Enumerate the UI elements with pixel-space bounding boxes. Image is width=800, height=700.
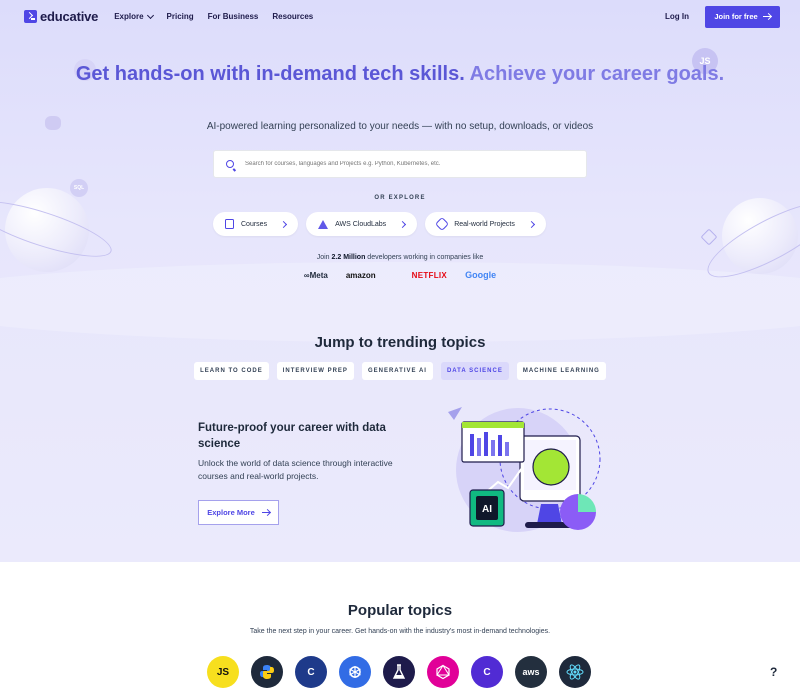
nav-resources[interactable]: Resources <box>272 12 313 21</box>
pill-courses-label: Courses <box>241 220 268 228</box>
company-logos: ∞Meta amazon NETFLIX Google <box>0 270 800 280</box>
graphql-glyph <box>436 664 450 680</box>
hero-title-alt: Achieve your career goals. <box>464 63 725 85</box>
tab-machine-learning[interactable]: MACHINE LEARNING <box>516 362 606 380</box>
react-glyph <box>566 664 584 680</box>
join-count: 2.2 Million <box>331 254 366 261</box>
csharp-icon[interactable]: C <box>471 656 503 688</box>
javascript-icon[interactable]: JS <box>207 656 239 688</box>
flask-icon <box>318 219 329 229</box>
feature-title: Future-proof your career with data scien… <box>198 422 386 450</box>
arrow-right-icon <box>762 15 771 18</box>
nav-for-business[interactable]: For Business <box>208 12 259 21</box>
paper-plane-icon <box>448 407 462 420</box>
tab-interview-prep[interactable]: INTERVIEW PREP <box>276 362 354 380</box>
aws-icon[interactable]: aws <box>515 656 547 688</box>
popular-topics-title: Popular topics <box>347 602 453 619</box>
pill-projects-label: Real-world Projects <box>454 220 515 228</box>
flask-glyph <box>392 664 406 679</box>
tab-learn-to-code[interactable]: LEARN TO CODE <box>194 362 269 380</box>
meta-logo: ∞Meta <box>303 270 328 280</box>
monitor-stand <box>537 504 562 524</box>
kubernetes-glyph <box>349 666 361 678</box>
educative-logo[interactable]: educative <box>24 9 98 24</box>
top-navigation: educative Explore Pricing For Business R… <box>0 0 800 33</box>
bar-icon <box>498 435 502 456</box>
or-explore-label: OR EXPLORE <box>374 195 426 201</box>
explore-pills: Courses AWS CloudLabs Real-world Project… <box>213 212 546 236</box>
join-suffix: developers working in companies like <box>365 254 484 261</box>
tab-generative-ai[interactable]: GENERATIVE AI <box>361 362 433 380</box>
help-icon[interactable]: ? <box>770 665 777 679</box>
join-prefix: Join <box>316 254 332 261</box>
pill-courses[interactable]: Courses <box>213 212 299 236</box>
join-for-free-button[interactable]: Join for free <box>705 5 780 28</box>
netflix-logo: NETFLIX <box>411 270 448 280</box>
flask-icon[interactable] <box>383 656 415 688</box>
nav-explore-label: Explore <box>114 12 144 21</box>
nav-explore[interactable]: Explore <box>114 11 154 21</box>
brain-icon <box>532 448 570 486</box>
data-science-illustration: AI <box>448 407 601 532</box>
python-icon[interactable] <box>251 656 283 688</box>
search-bar[interactable] <box>213 150 587 178</box>
pill-aws-label: AWS CloudLabs <box>335 220 387 228</box>
google-logo-text: Google <box>465 270 497 280</box>
bar-icon <box>491 440 495 456</box>
bar-icon <box>477 438 481 456</box>
pill-real-world-projects[interactable]: Real-world Projects <box>425 212 546 236</box>
popular-topic-icons: JS C C aws <box>207 656 591 688</box>
nav-actions: Log In Join for free <box>665 5 780 28</box>
c-plus-plus-icon[interactable]: C <box>295 656 327 688</box>
graphql-icon[interactable] <box>427 656 459 688</box>
search-icon <box>226 160 234 168</box>
amazon-logo: amazon <box>345 270 376 280</box>
chevron-down-icon <box>146 11 154 19</box>
nav-links: Explore Pricing For Business Resources <box>114 11 313 21</box>
python-glyph <box>260 665 274 679</box>
hero-title: Get hands-on with in-demand tech skills.… <box>0 62 800 87</box>
chevron-right-icon <box>399 220 407 228</box>
popular-topics-subtitle: Take the next step in your career. Get h… <box>249 628 551 635</box>
hero-subtitle: AI-powered learning personalized to your… <box>206 121 594 132</box>
trending-title: Jump to trending topics <box>314 334 486 351</box>
book-icon <box>225 219 234 229</box>
feature-description: Unlock the world of data science through… <box>198 458 393 481</box>
search-input[interactable] <box>245 161 565 167</box>
bar-chart-card-header <box>462 422 524 428</box>
pill-aws-cloudlabs[interactable]: AWS CloudLabs <box>306 212 418 236</box>
login-link[interactable]: Log In <box>665 12 689 21</box>
kubernetes-icon[interactable] <box>339 656 371 688</box>
ai-chip-label: AI <box>482 504 492 515</box>
google-logo: Google <box>465 270 496 280</box>
bar-icon <box>470 434 474 456</box>
hexagon-decoration-icon <box>700 228 718 246</box>
join-button-label: Join for free <box>714 12 758 21</box>
hero-title-main: Get hands-on with in-demand tech skills. <box>75 63 465 85</box>
nav-pricing[interactable]: Pricing <box>167 12 194 21</box>
brand-name: educative <box>40 9 99 24</box>
tab-data-science[interactable]: DATA SCIENCE <box>440 362 509 380</box>
join-developers-text: Join 2.2 Million developers working in c… <box>0 254 800 261</box>
chevron-right-icon <box>280 220 288 228</box>
bar-icon <box>505 442 509 456</box>
pie-slice-icon <box>578 494 596 512</box>
react-icon[interactable] <box>559 656 591 688</box>
projects-icon <box>435 216 450 232</box>
explore-more-label: Explore More <box>207 508 255 517</box>
bar-icon <box>484 432 488 456</box>
educative-logo-icon <box>24 10 37 23</box>
arrow-right-icon <box>261 511 270 514</box>
chevron-right-icon <box>527 220 535 228</box>
explore-more-button[interactable]: Explore More <box>198 500 279 525</box>
trending-tabs: LEARN TO CODE INTERVIEW PREP GENERATIVE … <box>0 362 800 380</box>
